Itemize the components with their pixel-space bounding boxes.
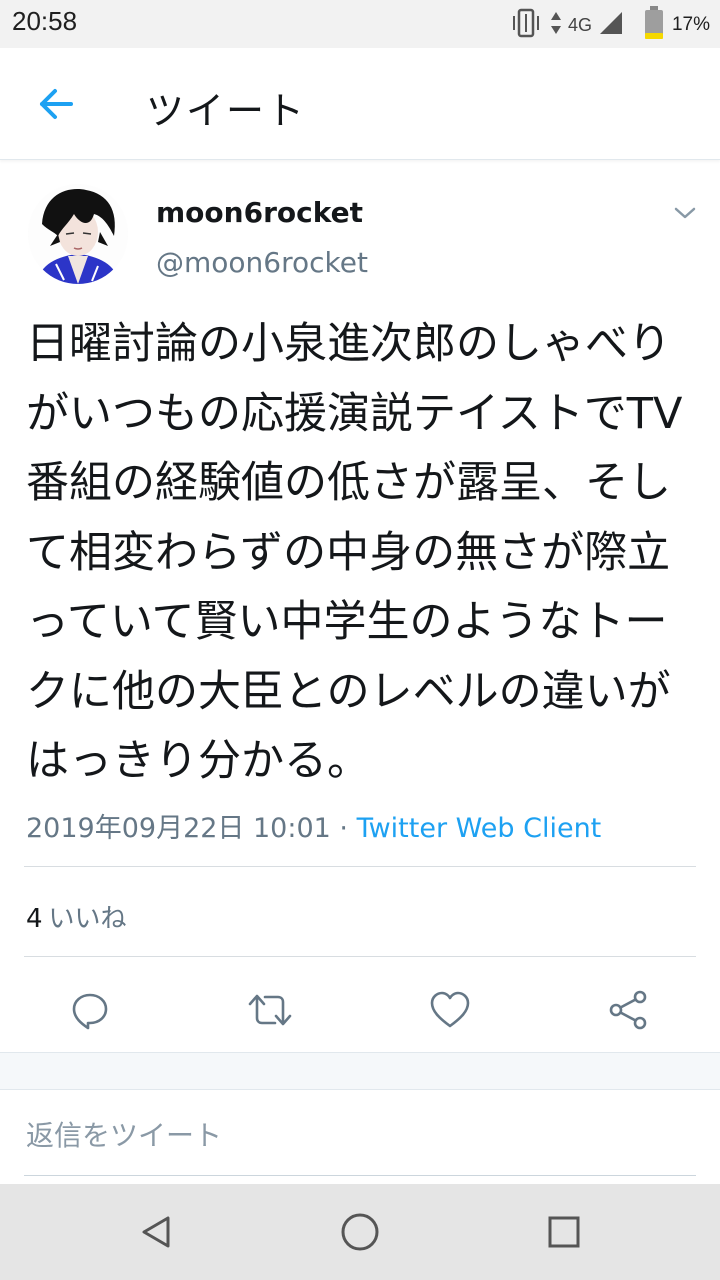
status-icons: 4G 17% — [510, 6, 710, 44]
tweet-text-line: 日曜討論の小泉進次郎のしゃべり — [26, 319, 671, 369]
reply-input[interactable] — [24, 1096, 696, 1176]
tweet-text-line: て相変わらずの中身の無さが際立 — [26, 527, 671, 578]
tweet-text: 日曜討論の小泉進次郎のしゃべり がいつもの応援演説テイストでTV 番組の経験値の… — [26, 310, 698, 797]
app-bar: ツイート — [0, 48, 720, 160]
tweet-menu-button[interactable] — [670, 200, 700, 230]
meta-separator: · — [330, 813, 357, 844]
heart-icon — [429, 990, 471, 1034]
tweet-meta: 2019年09月22日 10:01 · Twitter Web Client — [26, 806, 601, 845]
nav-home-button[interactable] — [336, 1210, 384, 1258]
data-arrows-icon — [550, 10, 562, 40]
home-circle-icon — [339, 1211, 381, 1257]
share-icon — [607, 989, 649, 1035]
back-triangle-icon — [136, 1212, 176, 1256]
author-handle[interactable]: @moon6rocket — [156, 246, 368, 279]
network-type: 4G — [567, 14, 592, 35]
author-name[interactable]: moon6rocket — [156, 196, 363, 229]
tweet-client-link[interactable]: Twitter Web Client — [357, 813, 602, 844]
vibrate-icon — [510, 8, 544, 42]
tweet-text-line: はっきり分かる。 — [26, 736, 370, 786]
tweet-action-bar — [0, 972, 720, 1052]
retweet-button[interactable] — [248, 990, 292, 1034]
divider — [24, 956, 696, 957]
tweet-timestamp: 2019年09月22日 10:01 — [26, 813, 331, 844]
divider — [24, 866, 696, 867]
like-button[interactable] — [428, 990, 472, 1034]
likes-count: 4 — [26, 904, 43, 934]
share-button[interactable] — [606, 990, 650, 1034]
back-button[interactable] — [30, 80, 82, 132]
reply-icon — [70, 990, 110, 1034]
nav-recents-button[interactable] — [540, 1210, 588, 1258]
likes-summary[interactable]: 4 いいね — [26, 898, 127, 935]
likes-label: いいね — [48, 904, 127, 934]
avatar[interactable] — [28, 184, 128, 284]
page-title: ツイート — [146, 89, 307, 133]
retweet-icon — [247, 990, 293, 1034]
section-gap — [0, 1052, 720, 1090]
status-time: 20:58 — [12, 6, 78, 36]
signal-icon — [598, 10, 624, 40]
recents-square-icon — [544, 1212, 584, 1256]
reply-button[interactable] — [68, 990, 112, 1034]
battery-percent: 17% — [671, 14, 710, 35]
chevron-down-icon — [673, 205, 697, 225]
battery-icon — [644, 6, 664, 44]
status-bar: 20:58 4G 17% — [0, 0, 720, 48]
arrow-left-icon — [38, 88, 74, 124]
nav-back-button[interactable] — [132, 1210, 180, 1258]
system-nav-bar — [0, 1184, 720, 1280]
tweet-text-line: 番組の経験値の低さが露呈、そし — [26, 458, 671, 508]
tweet-text-line: がいつもの応援演説テイストでTV — [26, 388, 683, 439]
tweet-text-line: っていて賢い中学生のようなトー — [26, 597, 668, 647]
tweet-text-line: クに他の大臣とのレベルの違いが — [26, 666, 671, 717]
